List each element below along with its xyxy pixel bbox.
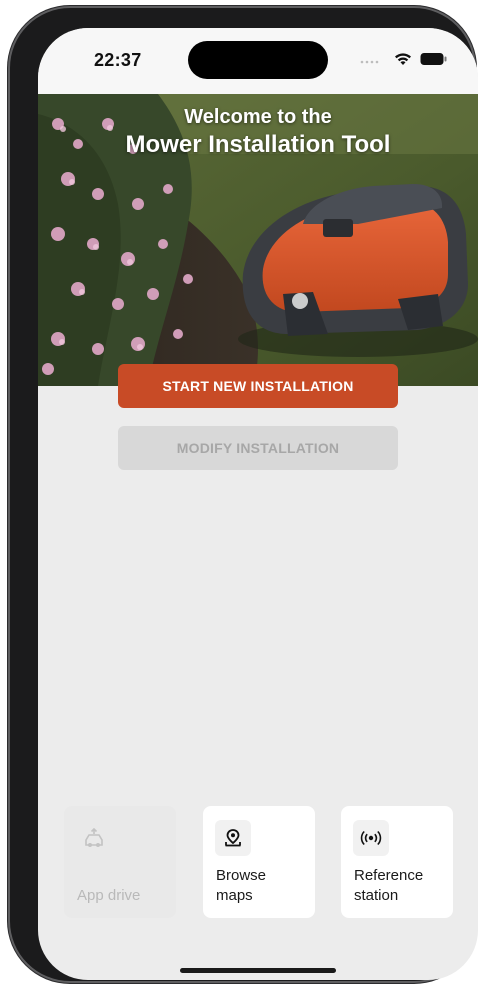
app-drive-icon: [76, 820, 112, 856]
browse-maps-label: Browse maps: [216, 867, 267, 904]
home-indicator[interactable]: [180, 968, 336, 973]
battery-icon: [420, 53, 447, 65]
app-drive-tile[interactable]: App drive: [64, 806, 176, 918]
shortcut-tiles: App drive Browse maps Reference station: [64, 806, 454, 918]
browse-maps-tile[interactable]: Browse maps: [203, 806, 315, 918]
app-screen: 22:37 Welcome to the Mower Installation …: [38, 28, 478, 980]
status-time: 22:37: [94, 50, 142, 70]
signal-icon: [360, 60, 379, 64]
status-icons: [360, 52, 448, 66]
hero-title: Welcome to the Mower Installation Tool: [38, 104, 478, 160]
hero-banner: Welcome to the Mower Installation Tool: [38, 94, 478, 386]
modify-installation-button[interactable]: MODIFY INSTALLATION: [118, 426, 398, 470]
hero-title-line2: Mower Installation Tool: [125, 131, 391, 158]
map-pin-icon: [215, 820, 251, 856]
broadcast-icon: [353, 820, 389, 856]
hero-title-line1: Welcome to the: [184, 106, 332, 128]
app-drive-label: App drive: [77, 887, 141, 904]
start-new-installation-button[interactable]: START NEW INSTALLATION: [118, 364, 398, 408]
reference-station-tile[interactable]: Reference station: [341, 806, 453, 918]
dynamic-island: [188, 41, 328, 79]
status-bar: 22:37: [38, 28, 478, 94]
phone-frame: 22:37 Welcome to the Mower Installation …: [8, 6, 478, 983]
wifi-icon: [395, 53, 411, 65]
reference-station-label: Reference station: [354, 867, 424, 904]
